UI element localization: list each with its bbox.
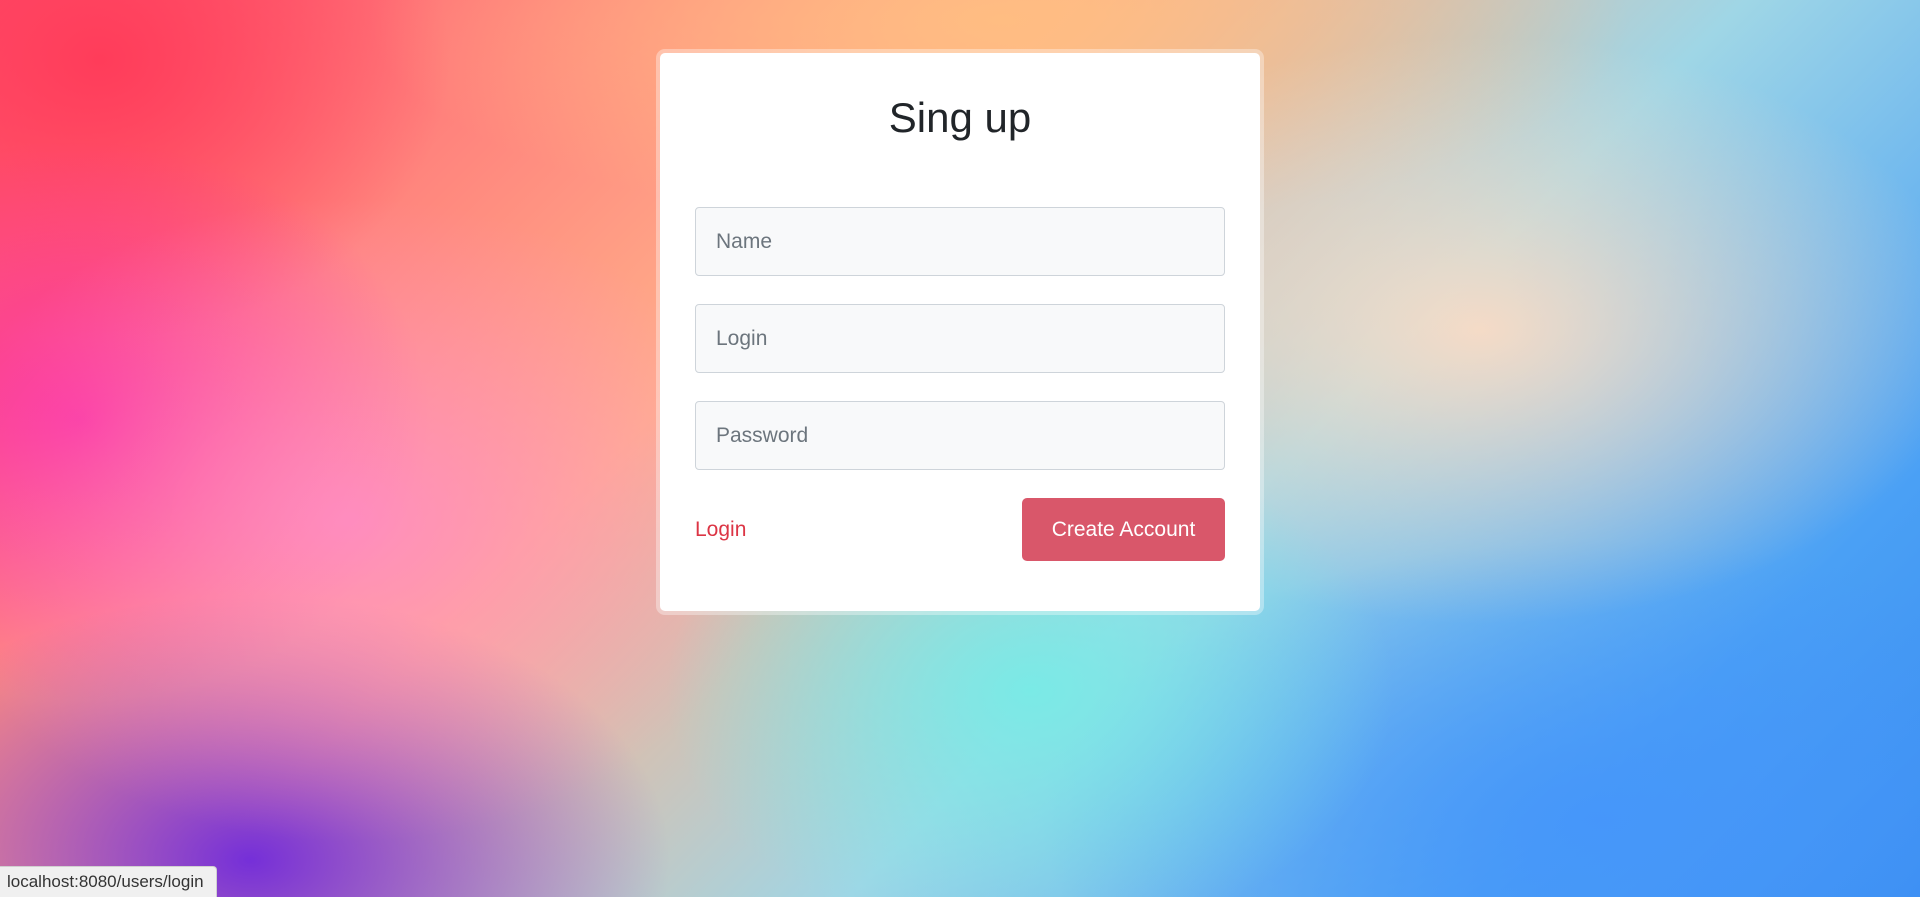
login-field[interactable] xyxy=(695,304,1225,374)
login-link[interactable]: Login xyxy=(695,518,746,542)
status-bar-url: localhost:8080/users/login xyxy=(0,866,217,897)
page-title: Sing up xyxy=(888,94,1032,141)
form-actions: Login Create Account xyxy=(695,498,1225,562)
create-account-button[interactable]: Create Account xyxy=(1022,498,1225,562)
signup-card: Sing up Login Create Account xyxy=(660,53,1260,611)
password-field[interactable] xyxy=(695,401,1225,471)
name-field[interactable] xyxy=(695,207,1225,277)
